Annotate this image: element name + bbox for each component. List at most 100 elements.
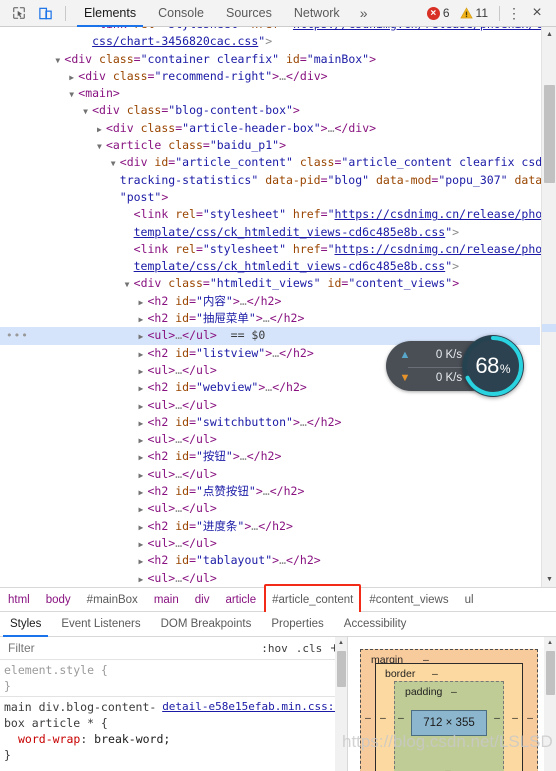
dom-tree-scrollbar[interactable]: ▲ ▼ [541,27,556,587]
tab-properties[interactable]: Properties [261,612,333,637]
scroll-down-arrow-icon[interactable]: ▼ [542,572,556,587]
padding-bottom-value[interactable]: – [445,765,451,771]
breadcrumb-item-articlecontent[interactable]: #article_content [264,584,362,615]
tab-event-listeners[interactable]: Event Listeners [51,612,150,637]
dom-node-row[interactable]: <ul>…</ul> [0,570,540,587]
dom-tree-panel[interactable]: <link rel="stylesheet" href="https://csd… [0,27,556,587]
dom-node-row[interactable]: <ul>…</ul> [0,466,540,483]
margin-right-value[interactable]: – [527,712,533,724]
dom-node-row[interactable]: <ul>…</ul> [0,431,540,448]
dom-node-row[interactable]: template/css/ck_htmledit_views-cd6c485e8… [0,258,540,275]
css-rule-element-style[interactable]: element.style { } [0,660,347,696]
breadcrumb-item-body[interactable]: body [38,587,79,612]
border-left-value[interactable]: – [380,712,386,724]
error-count-badge[interactable]: × 6 [422,6,455,20]
dom-node-row[interactable]: <ul>…</ul> [0,397,540,414]
dom-node-row[interactable]: <h2 id="按钮">…</h2> [0,448,540,465]
tab-accessibility[interactable]: Accessibility [334,612,417,637]
css-source-link[interactable]: detail-e58e15efab.min.css:1 [162,699,347,715]
css-rule-article[interactable]: detail-e58e15efab.min.css:1 main div.blo… [0,696,347,765]
dom-node-row[interactable]: <link rel="stylesheet" href="https://csd… [0,241,556,258]
inspect-element-icon[interactable] [6,1,32,25]
chevron-down-icon[interactable] [69,86,78,103]
device-toolbar-icon[interactable] [32,1,58,25]
breadcrumb-item-div[interactable]: div [187,587,218,612]
padding-top-value[interactable]: – [451,686,457,698]
stylesheet-link[interactable]: template/css/ck_htmledit_views-cd6c485e8… [134,259,446,273]
box-scrollbar-thumb[interactable] [546,651,555,695]
dom-node-row[interactable]: <article class="baidu_p1"> [0,137,540,154]
border-label: border [385,668,416,680]
dom-node-row[interactable]: <h2 id="tablayout">…</h2> [0,552,540,569]
styles-scrollbar[interactable]: ▲ [335,637,347,771]
chevron-right-icon[interactable] [69,69,78,86]
kebab-menu-icon[interactable]: ⋮ [504,5,524,22]
tab-console[interactable]: Console [147,0,215,27]
warning-count-badge[interactable]: 11 [455,6,493,20]
dom-node-row[interactable]: <ul>…</ul> [0,500,540,517]
stylesheet-link[interactable]: https://csdnimg.cn/release/phoenix/ [335,207,556,221]
chevron-down-icon[interactable] [125,276,134,293]
dom-node-row[interactable]: <h2 id="进度条">…</h2> [0,518,540,535]
dom-token: > [265,34,273,49]
tab-styles[interactable]: Styles [0,612,51,637]
box-model-scrollbar[interactable]: ▲ [544,637,556,771]
dom-node-row[interactable]: <link rel="stylesheet" href="https://csd… [0,206,556,223]
dom-node-row[interactable]: tracking-statistics" data-pid="blog" dat… [0,172,556,190]
dom-node-row[interactable]: <main> [0,85,540,102]
styles-scrollbar-thumb[interactable] [337,651,346,687]
dom-node-row[interactable]: css/chart-3456820cac.css"> [0,33,540,50]
dom-node-row[interactable]: template/css/ck_htmledit_views-cd6c485e8… [0,224,540,241]
dom-node-row[interactable]: "post"> [0,189,540,206]
styles-scroll-up-icon[interactable]: ▲ [335,637,347,649]
chevron-down-icon[interactable] [111,155,120,172]
dom-node-row[interactable]: <div id="article_content" class="article… [0,154,556,172]
breadcrumb-item-main[interactable]: main [146,587,187,612]
element-classes-button[interactable]: .cls [292,642,327,655]
dom-node-row[interactable]: <h2 id="switchbutton">…</h2> [0,414,540,431]
stylesheet-link[interactable]: https://csdnimg.cn/release/phoenix/templ… [293,27,556,31]
chevron-down-icon[interactable] [83,103,92,120]
chevron-down-icon[interactable] [97,138,106,155]
border-right-value[interactable]: – [512,712,518,724]
dom-node-row[interactable]: <h2 id="点赞按钮">…</h2> [0,483,540,500]
dom-node-row[interactable]: <h2 id="抽屉菜单">…</h2> [0,310,540,327]
stylesheet-link[interactable]: template/css/ck_htmledit_views-cd6c485e8… [134,225,446,239]
breadcrumb-item-mainbox[interactable]: #mainBox [79,587,146,612]
dom-node-row[interactable]: <div class="article-header-box">…</div> [0,120,540,137]
hover-state-button[interactable]: :hov [257,642,292,655]
network-speed-widget[interactable]: ▲ 0 K/s ▼ 0 K/s 68 % [386,335,534,397]
breadcrumb-item-html[interactable]: html [0,587,38,612]
stylesheet-link[interactable]: css/chart-3456820cac.css [92,34,258,48]
padding-right-value[interactable]: – [494,712,500,724]
padding-left-value[interactable]: – [398,712,404,724]
css-property-value[interactable]: break-word; [94,732,170,746]
box-scroll-up-icon[interactable]: ▲ [544,637,556,649]
dom-node-row[interactable]: <ul>…</ul> [0,535,540,552]
margin-left-value[interactable]: – [365,712,371,724]
css-property-name[interactable]: word-wrap [18,732,80,746]
dom-node-row[interactable]: <div class="blog-content-box"> [0,102,540,119]
breadcrumb-item-ul[interactable]: ul [457,587,482,612]
tab-elements[interactable]: Elements [73,0,147,27]
breadcrumb-item-article[interactable]: article [217,587,264,612]
dom-node-row[interactable]: <h2 id="内容">…</h2> [0,293,540,310]
tab-network[interactable]: Network [283,0,351,27]
border-top-value[interactable]: – [432,668,438,680]
dom-node-row[interactable]: <div class="htmledit_views" id="content_… [0,275,540,292]
stylesheet-link[interactable]: https://csdnimg.cn/release/phoenix/ [335,242,556,256]
styles-filter-input[interactable] [3,640,258,656]
dom-node-row[interactable]: <div class="container clearfix" id="main… [0,51,540,68]
breadcrumb-item-contentviews[interactable]: #content_views [361,587,456,612]
box-model-content[interactable]: 712 × 355 [411,710,487,736]
tab-sources[interactable]: Sources [215,0,283,27]
dom-node-row[interactable]: <div class="recommend-right">…</div> [0,68,540,85]
close-icon[interactable]: × [524,4,550,22]
chevron-right-icon[interactable] [97,121,106,138]
scrollbar-thumb[interactable] [544,85,555,183]
tab-dom-breakpoints[interactable]: DOM Breakpoints [151,612,262,637]
more-tabs-icon[interactable]: » [351,5,377,21]
scroll-up-arrow-icon[interactable]: ▲ [542,27,556,42]
